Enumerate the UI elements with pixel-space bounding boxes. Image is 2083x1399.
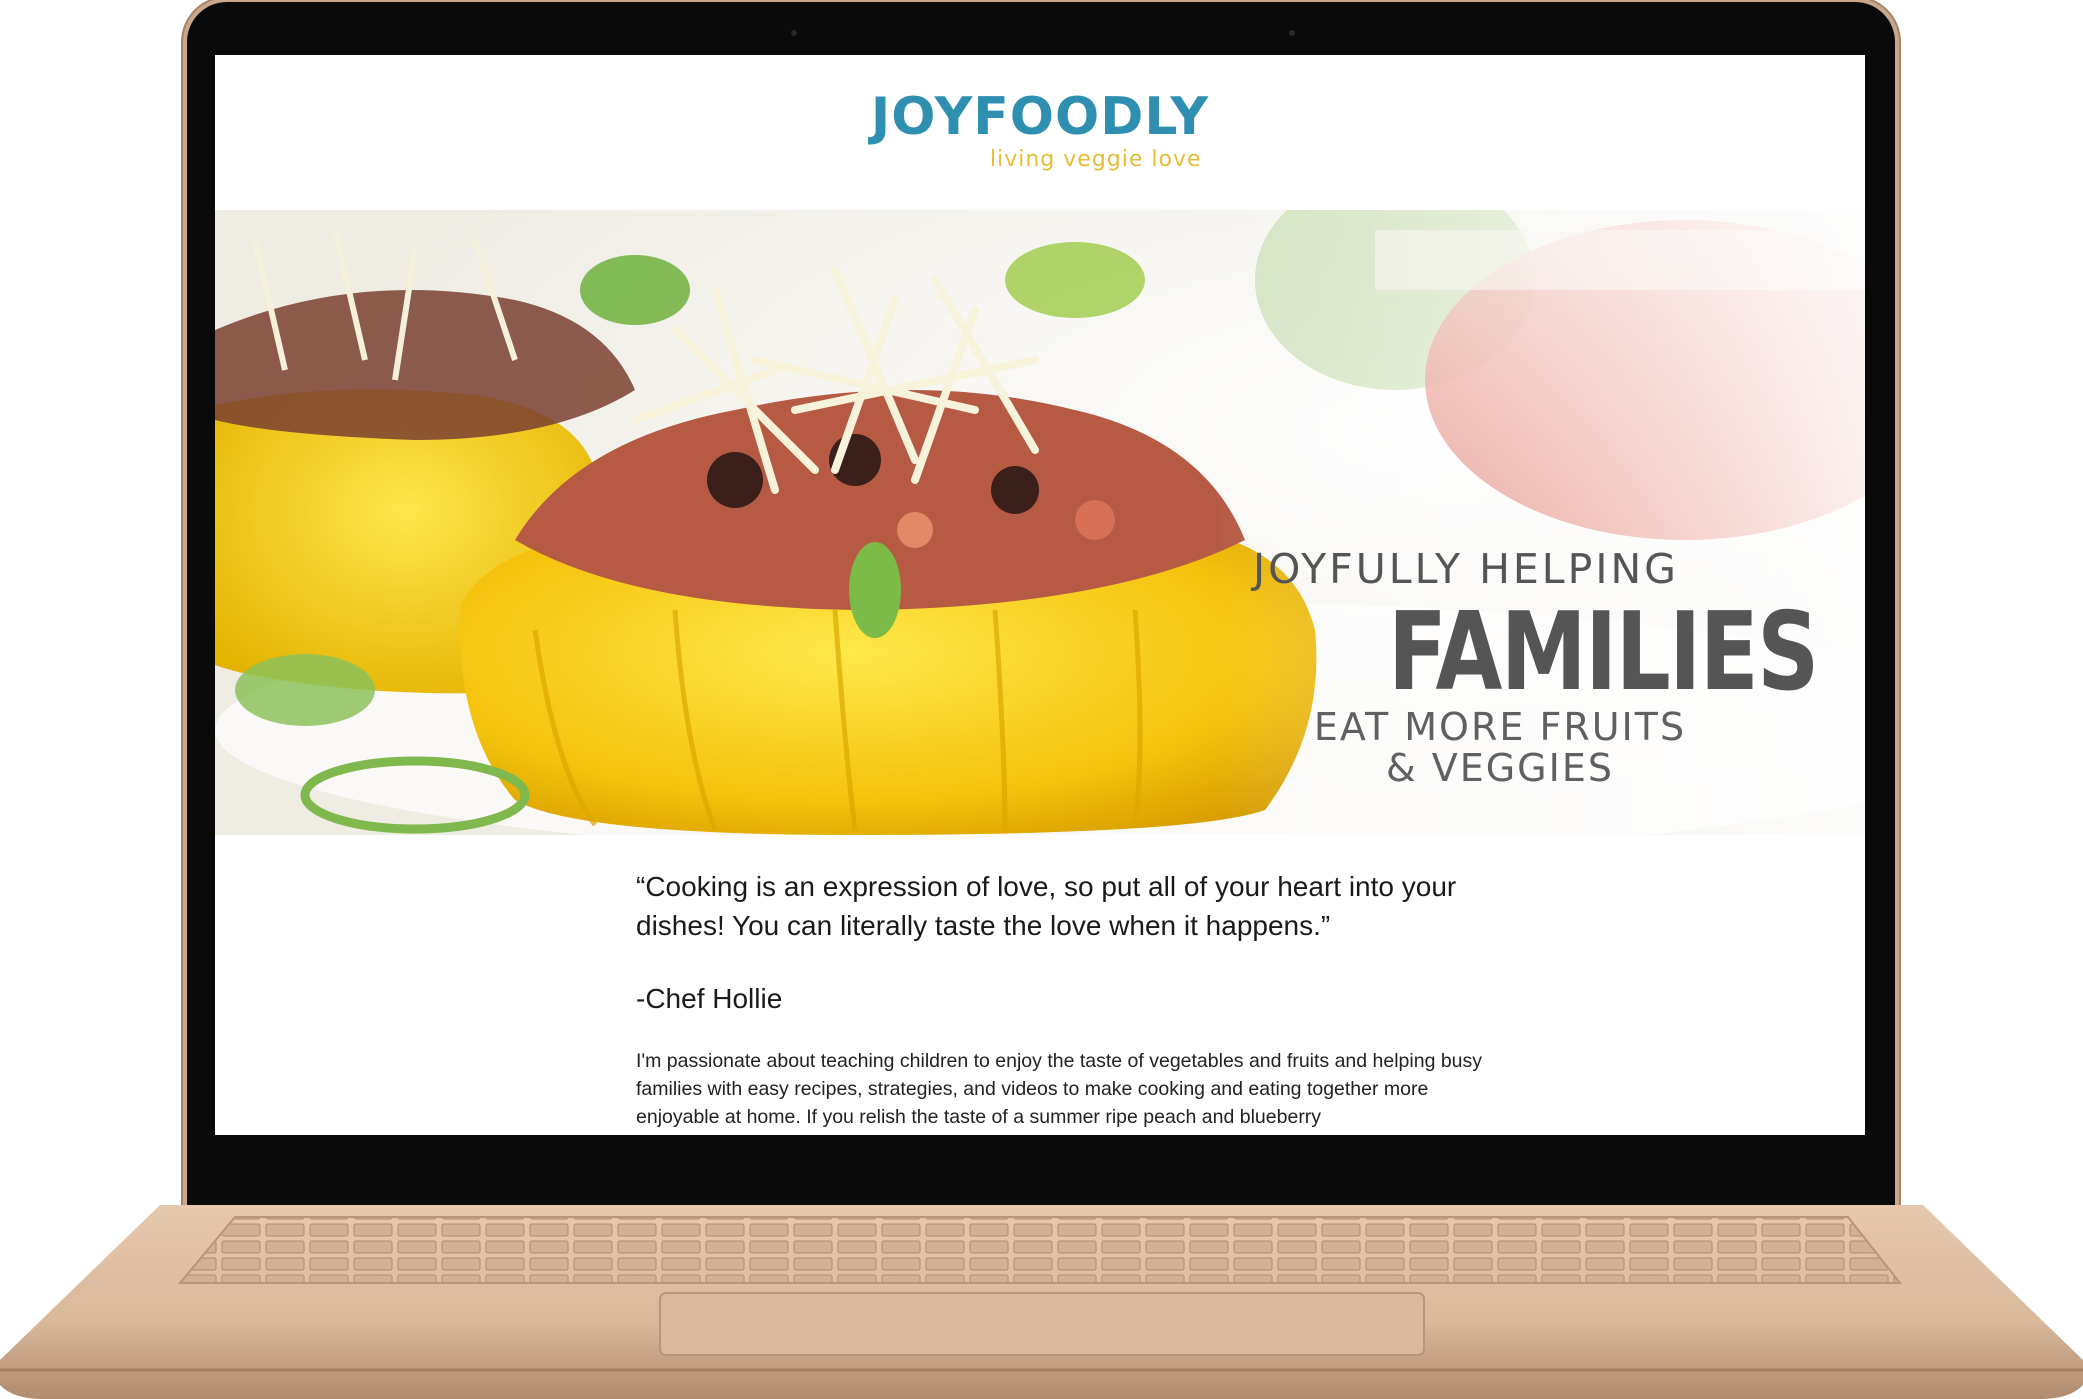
hero-subline-1: EAT MORE FRUITS: [1313, 705, 1687, 749]
hero-headline-line3: EAT MORE FRUITS & VEGGIES: [1295, 707, 1705, 789]
site-header: JOYFOODLY living veggie love: [215, 55, 1865, 210]
hero-subline-2: & VEGGIES: [1386, 746, 1614, 790]
laptop-mockup: JOYFOODLY living veggie love JOYFULLY HE…: [0, 0, 2083, 1399]
site-tagline: living veggie love: [990, 147, 1202, 172]
hero-headline-line1: JOYFULLY HELPING: [1253, 545, 1679, 593]
laptop-keyboard-deck: [0, 1205, 2083, 1399]
quote-author: -Chef Hollie: [636, 983, 783, 1014]
main-content: “Cooking is an expression of love, so pu…: [636, 867, 1486, 1131]
camera-dot-icon: [791, 30, 797, 36]
chef-quote: “Cooking is an expression of love, so pu…: [636, 871, 1457, 941]
hero-headline-families: FAMILIES: [1388, 590, 1819, 715]
laptop-screen: JOYFOODLY living veggie love JOYFULLY HE…: [215, 55, 1865, 1135]
hero-banner: JOYFULLY HELPING FAMILIES EAT MORE FRUIT…: [215, 210, 1865, 835]
sensor-dot-icon: [1289, 30, 1295, 36]
bottom-bezel: [191, 1135, 1891, 1210]
site-logo[interactable]: JOYFOODLY: [215, 91, 1865, 143]
bio-paragraph: I'm passionate about teaching children t…: [636, 1050, 1483, 1128]
